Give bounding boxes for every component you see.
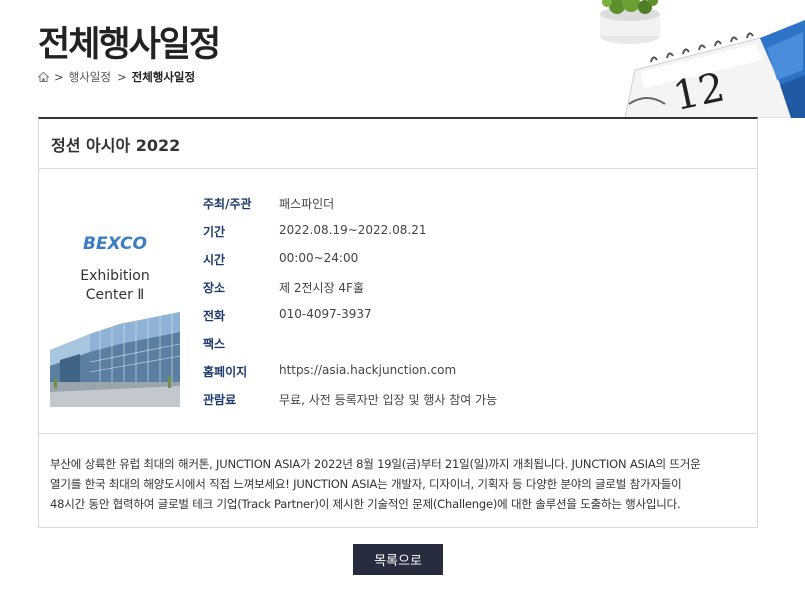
- info-row-phone: 전화 010-4097-3937: [203, 307, 497, 335]
- event-poster-image: BEXCO Exhibition Center Ⅱ: [50, 232, 180, 407]
- info-row-fee: 관람료 무료, 사전 등록자만 입장 및 행사 참여 가능: [203, 391, 497, 419]
- description-line: 48시간 동안 협력하여 글로벌 테크 기업(Track Partner)이 제…: [50, 497, 681, 511]
- info-row-time: 시간 00:00~24:00: [203, 251, 497, 279]
- info-row-venue: 장소 제 2전시장 4F홀: [203, 279, 497, 307]
- info-value: 무료, 사전 등록자만 입장 및 행사 참여 가능: [279, 393, 498, 407]
- description-line: 열기를 한국 최대의 해양도시에서 직접 느껴보세요! JUNCTION ASI…: [50, 477, 682, 491]
- info-value: 2022.08.19~2022.08.21: [279, 223, 427, 237]
- info-row-fax: 팩스: [203, 335, 497, 363]
- event-description: 부산에 상륙한 유럽 최대의 해커톤, JUNCTION ASIA가 2022년…: [39, 434, 757, 514]
- description-line: 부산에 상륙한 유럽 최대의 해커톤, JUNCTION ASIA가 2022년…: [50, 457, 701, 471]
- plant-icon: [600, 0, 660, 44]
- poster-brand: BEXCO: [83, 234, 147, 254]
- poster-line2: Center Ⅱ: [86, 287, 144, 303]
- info-row-period: 기간 2022.08.19~2022.08.21: [203, 223, 497, 251]
- info-label: 관람료: [203, 393, 237, 407]
- breadcrumb: > 행사일정 > 전체행사일정: [38, 69, 195, 85]
- poster-line1: Exhibition: [80, 268, 150, 284]
- info-label: 시간: [203, 253, 226, 267]
- page-title: 전체행사일정: [38, 25, 221, 65]
- info-label: 홈페이지: [203, 365, 248, 379]
- breadcrumb-separator: >: [54, 70, 64, 84]
- breadcrumb-current: 전체행사일정: [131, 70, 196, 84]
- breadcrumb-link-events[interactable]: 행사일정: [69, 69, 111, 85]
- event-info-area: BEXCO Exhibition Center Ⅱ 주최/주관 패스파인더 기간…: [39, 169, 757, 434]
- event-info-list: 주최/주관 패스파인더 기간 2022.08.19~2022.08.21 시간 …: [203, 195, 497, 419]
- info-value: 010-4097-3937: [279, 307, 372, 321]
- svg-text:12: 12: [669, 64, 728, 118]
- event-title-row: 정션 아시아 2022: [39, 119, 757, 169]
- info-value: 패스파인더: [279, 197, 335, 211]
- info-row-host: 주최/주관 패스파인더: [203, 195, 497, 223]
- homepage-link[interactable]: https://asia.hackjunction.com: [279, 363, 456, 377]
- info-label: 기간: [203, 225, 226, 239]
- info-label: 팩스: [203, 337, 226, 351]
- info-value: 제 2전시장 4F홀: [279, 281, 365, 295]
- event-title: 정션 아시아 2022: [51, 135, 181, 155]
- info-label: 전화: [203, 309, 226, 323]
- breadcrumb-separator: >: [116, 70, 127, 84]
- info-value: 00:00~24:00: [279, 251, 359, 265]
- home-icon[interactable]: [38, 72, 49, 82]
- back-to-list-button[interactable]: 목록으로: [353, 544, 443, 575]
- event-detail-panel: 정션 아시아 2022 BEXCO Exhibition Center Ⅱ 주최…: [38, 117, 758, 528]
- info-row-homepage: 홈페이지 https://asia.hackjunction.com: [203, 363, 497, 391]
- info-label: 장소: [203, 281, 226, 295]
- info-label: 주최/주관: [203, 197, 252, 211]
- calendar-decoration: 12: [545, 0, 805, 118]
